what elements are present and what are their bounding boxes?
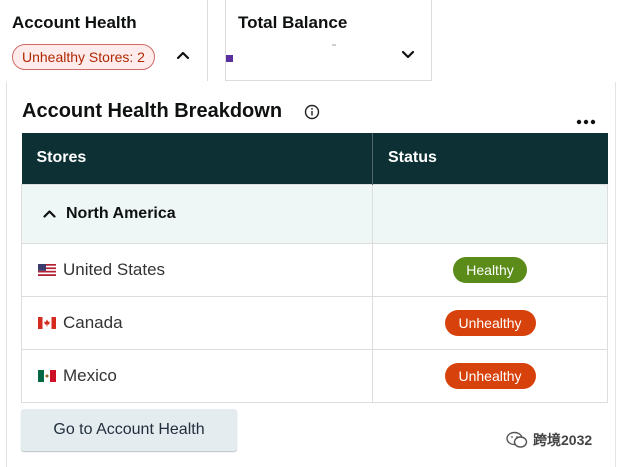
chevron-up-icon[interactable] (43, 209, 56, 218)
canada-flag-icon (38, 316, 56, 329)
watermark-text: 跨境2032 (533, 432, 593, 448)
table-header-row: Stores Status (21, 133, 608, 184)
status-badge: Unhealthy (444, 309, 536, 336)
chevron-up-icon[interactable] (174, 46, 192, 64)
go-to-account-health-button[interactable]: Go to Account Health (21, 409, 237, 451)
balance-value-fragment-2 (332, 44, 336, 46)
mexico-flag-icon (38, 369, 56, 382)
table-row: United States Healthy (21, 242, 608, 297)
unhealthy-stores-pill[interactable]: Unhealthy Stores: 2 (12, 44, 155, 70)
country-name: Canada (63, 312, 123, 332)
table-row: Mexico Unhealthy (21, 348, 608, 403)
breakdown-title: Account Health Breakdown (22, 100, 283, 122)
total-balance-card: Total Balance (225, 0, 432, 81)
region-status-cell (372, 183, 608, 244)
region-name: North America (66, 204, 176, 222)
status-badge: Healthy (453, 256, 527, 283)
wechat-icon (506, 431, 528, 448)
table-row: Canada Unhealthy (21, 295, 608, 350)
more-options-icon[interactable] (576, 112, 596, 130)
status-badge: Unhealthy (444, 362, 536, 389)
watermark: 跨境2032 (506, 430, 592, 450)
us-flag-icon (38, 263, 56, 276)
chevron-down-icon[interactable] (399, 46, 417, 64)
country-name: Mexico (63, 365, 117, 385)
account-health-card: Account Health Unhealthy Stores: 2 (0, 0, 208, 81)
total-balance-title: Total Balance (238, 13, 348, 32)
account-health-table: Stores Status North America United State… (21, 133, 608, 403)
column-header-status: Status (372, 133, 608, 184)
balance-value-fragment (226, 55, 233, 62)
country-name: United States (63, 259, 166, 279)
column-header-stores: Stores (21, 133, 373, 184)
account-health-title: Account Health (12, 13, 137, 32)
region-row-north-america[interactable]: North America (21, 183, 608, 244)
info-icon[interactable] (304, 104, 320, 125)
